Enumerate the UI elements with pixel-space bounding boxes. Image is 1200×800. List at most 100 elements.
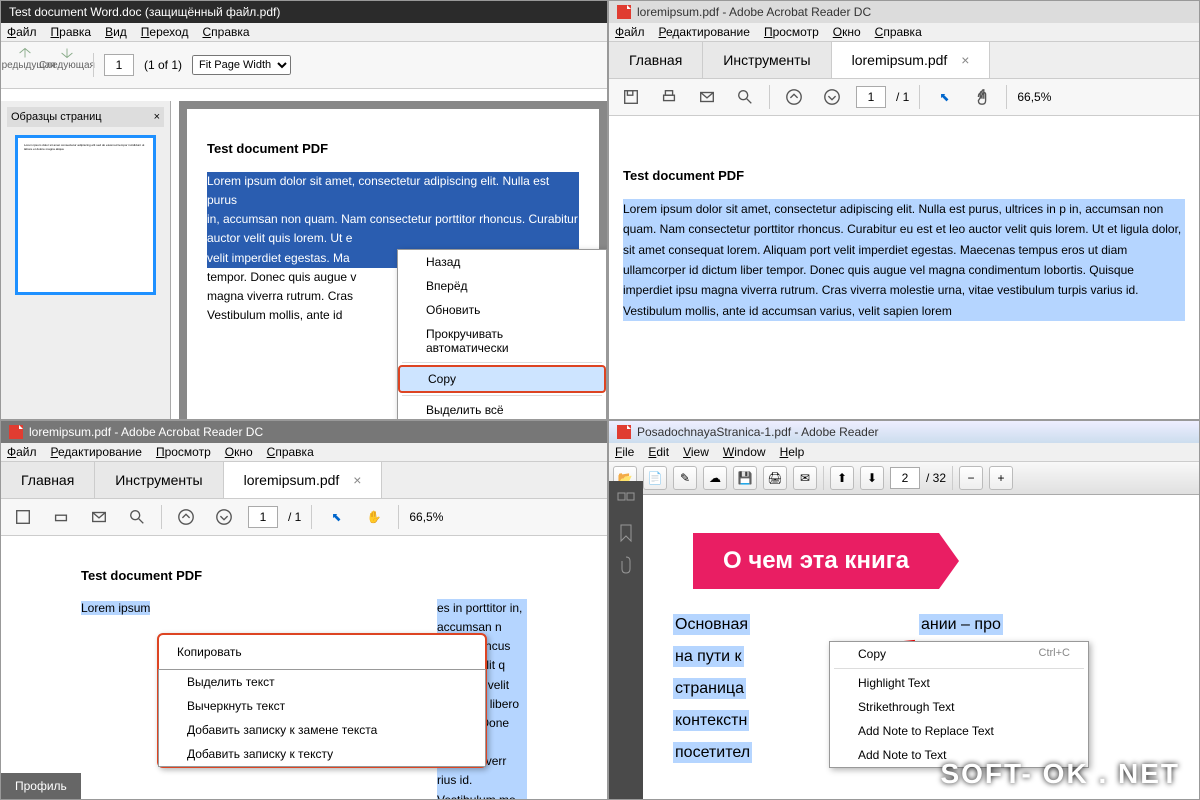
mail-icon[interactable] <box>693 83 721 111</box>
save-icon[interactable] <box>9 503 37 531</box>
menu-view[interactable]: Вид <box>105 25 127 39</box>
tab-tools[interactable]: Инструменты <box>95 462 223 498</box>
mail-icon[interactable] <box>85 503 113 531</box>
menu-edit[interactable]: Редактирование <box>51 445 142 459</box>
banner-title: О чем эта книга <box>693 533 939 589</box>
zoom-out-icon[interactable]: − <box>959 466 983 490</box>
menu-window[interactable]: Окно <box>225 445 253 459</box>
ctx-copy[interactable]: Copy <box>398 365 606 393</box>
thumbnail-panel: Образцы страниц × Lorem ipsum dolor sit … <box>1 101 171 419</box>
attachment-icon[interactable] <box>616 555 636 575</box>
ctx-copy[interactable]: Копировать <box>159 635 485 669</box>
menu-help[interactable]: Help <box>780 445 805 459</box>
ctx-reload[interactable]: Обновить <box>398 298 606 322</box>
page-number-input[interactable] <box>104 54 134 76</box>
tab-home[interactable]: Главная <box>1 462 95 498</box>
menubar: Файл Редактирование Просмотр Окно Справк… <box>1 443 607 462</box>
menu-help[interactable]: Справка <box>202 25 249 39</box>
profile-button[interactable]: Профиль <box>1 773 81 799</box>
tab-document[interactable]: loremipsum.pdf × <box>224 462 383 498</box>
selected-text[interactable]: Lorem ipsum dolor sit amet, consectetur … <box>623 199 1185 321</box>
close-icon[interactable]: × <box>353 472 361 488</box>
print-icon[interactable] <box>47 503 75 531</box>
ctx-strikethrough[interactable]: Вычеркнуть текст <box>159 694 485 718</box>
page-down-icon[interactable]: ⬇ <box>860 466 884 490</box>
next-page-button[interactable]: Следующая <box>51 46 83 84</box>
menu-view[interactable]: Просмотр <box>764 25 819 39</box>
prev-page-button[interactable]: Предыдущая <box>9 46 41 84</box>
titlebar: loremipsum.pdf - Adobe Acrobat Reader DC <box>609 1 1199 23</box>
menu-view[interactable]: Просмотр <box>156 445 211 459</box>
zoom-in-icon[interactable]: + <box>989 466 1013 490</box>
page-down-icon[interactable] <box>210 503 238 531</box>
save-icon[interactable] <box>617 83 645 111</box>
thumbnails-icon[interactable] <box>616 491 636 511</box>
page-thumbnail[interactable]: Lorem ipsum dolor sit amet consectetur a… <box>15 135 156 295</box>
ctx-add-note-replace[interactable]: Добавить записку к замене текста <box>159 718 485 742</box>
window-title: loremipsum.pdf - Adobe Acrobat Reader DC <box>29 425 263 439</box>
ctx-copy[interactable]: CopyCtrl+C <box>830 642 1088 666</box>
toolbar: / 1 ⬉ ✋ 66,5% <box>1 499 607 536</box>
hand-icon[interactable] <box>968 83 996 111</box>
thumbnail-header: Образцы страниц × <box>7 107 164 127</box>
doc-heading: Test document PDF <box>207 139 579 160</box>
print-icon[interactable] <box>655 83 683 111</box>
page-number-input[interactable] <box>248 506 278 528</box>
menu-edit[interactable]: Редактирование <box>659 25 750 39</box>
page-number-input[interactable] <box>856 86 886 108</box>
pointer-icon[interactable]: ⬉ <box>930 83 958 111</box>
menu-file[interactable]: Файл <box>615 25 645 39</box>
menu-help[interactable]: Справка <box>875 25 922 39</box>
search-icon[interactable] <box>123 503 151 531</box>
create-pdf-icon[interactable]: 📄 <box>643 466 667 490</box>
ctx-autoscroll[interactable]: Прокручивать автоматически <box>398 322 606 360</box>
menubar: Файл Редактирование Просмотр Окно Справк… <box>609 23 1199 42</box>
menu-file[interactable]: Файл <box>7 445 37 459</box>
page-up-icon[interactable] <box>172 503 200 531</box>
tab-document[interactable]: loremipsum.pdf × <box>832 42 991 78</box>
page-down-icon[interactable] <box>818 83 846 111</box>
print-icon[interactable]: 🖨 <box>763 466 787 490</box>
menu-edit[interactable]: Правка <box>51 25 92 39</box>
pane-acrobat-old: PosadochnayaStranica-1.pdf - Adobe Reade… <box>608 420 1200 800</box>
zoom-level[interactable]: 66,5% <box>409 510 443 524</box>
bookmark-icon[interactable] <box>616 523 636 543</box>
menu-window[interactable]: Window <box>723 445 766 459</box>
page-up-icon[interactable] <box>780 83 808 111</box>
tab-home[interactable]: Главная <box>609 42 703 78</box>
ctx-add-note-replace[interactable]: Add Note to Replace Text <box>830 719 1088 743</box>
tab-tools[interactable]: Инструменты <box>703 42 831 78</box>
context-menu: CopyCtrl+C Highlight Text Strikethrough … <box>829 641 1089 768</box>
menu-edit[interactable]: Edit <box>648 445 669 459</box>
ctx-select-all[interactable]: Выделить всё <box>398 398 606 420</box>
menu-view[interactable]: View <box>683 445 709 459</box>
save-icon[interactable]: 💾 <box>733 466 757 490</box>
ctx-select-text[interactable]: Выделить текст <box>159 670 485 694</box>
ctx-back[interactable]: Назад <box>398 250 606 274</box>
selected-text-start[interactable]: Lorem ipsum <box>81 601 150 615</box>
separator <box>769 85 770 109</box>
search-icon[interactable] <box>731 83 759 111</box>
menu-goto[interactable]: Переход <box>141 25 189 39</box>
fit-select[interactable]: Fit Page Width <box>192 55 291 75</box>
ctx-add-note[interactable]: Добавить записку к тексту <box>159 742 485 766</box>
mail-icon[interactable]: ✉ <box>793 466 817 490</box>
menu-window[interactable]: Окно <box>833 25 861 39</box>
separator <box>919 85 920 109</box>
ctx-highlight[interactable]: Highlight Text <box>830 671 1088 695</box>
page-up-icon[interactable]: ⬆ <box>830 466 854 490</box>
close-icon[interactable]: × <box>154 111 160 123</box>
separator <box>398 505 399 529</box>
pointer-icon[interactable]: ⬉ <box>322 503 350 531</box>
close-icon[interactable]: × <box>961 52 969 68</box>
ctx-strikethrough[interactable]: Strikethrough Text <box>830 695 1088 719</box>
zoom-level[interactable]: 66,5% <box>1017 90 1051 104</box>
ctx-forward[interactable]: Вперёд <box>398 274 606 298</box>
menu-file[interactable]: File <box>615 445 634 459</box>
cloud-icon[interactable]: ☁ <box>703 466 727 490</box>
page-number-input[interactable] <box>890 467 920 489</box>
menu-help[interactable]: Справка <box>267 445 314 459</box>
menu-file[interactable]: Файл <box>7 25 37 39</box>
hand-icon[interactable]: ✋ <box>360 503 388 531</box>
sign-icon[interactable]: ✎ <box>673 466 697 490</box>
